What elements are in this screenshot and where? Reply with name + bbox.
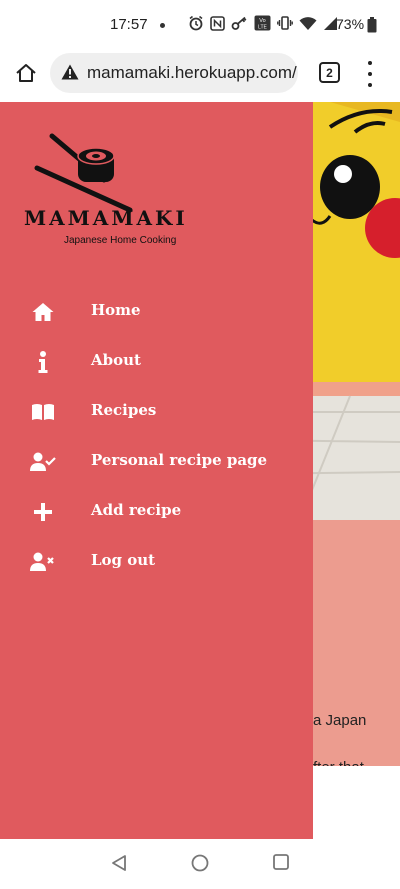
alarm-icon xyxy=(189,15,203,31)
home-circle-icon[interactable] xyxy=(191,854,209,872)
key-icon xyxy=(231,16,247,30)
battery-icon xyxy=(367,17,377,33)
logo-tagline: Japanese Home Cooking xyxy=(64,235,177,246)
menu-dot xyxy=(368,72,372,76)
browser-toolbar: mamamaki.herokuapp.com/ 2 xyxy=(0,50,400,102)
menu-dot xyxy=(368,83,372,87)
notification-dot xyxy=(160,23,165,28)
back-icon[interactable] xyxy=(111,854,127,872)
status-time: 17:57 xyxy=(110,16,148,33)
user-times-icon xyxy=(30,550,56,574)
warning-icon xyxy=(61,64,79,80)
side-drawer: MAMAMAKI Japanese Home Cooking Home Abou… xyxy=(0,102,313,839)
overflow-menu-button[interactable] xyxy=(364,61,376,87)
plus-icon xyxy=(30,500,56,524)
nav-item-home[interactable]: Home xyxy=(0,292,313,332)
nav-item-about[interactable]: About xyxy=(0,342,313,382)
wifi-icon xyxy=(299,16,317,30)
nav-item-log-out[interactable]: Log out xyxy=(0,542,313,582)
status-bar: 17:57 Vo LTE 73% xyxy=(0,0,400,50)
system-nav-bar xyxy=(0,839,400,889)
address-bar[interactable]: mamamaki.herokuapp.com/ xyxy=(50,53,298,93)
svg-text:LTE: LTE xyxy=(258,25,267,31)
sushi-logo-icon xyxy=(34,133,133,213)
battery-percent: 73% xyxy=(336,16,365,32)
nav-item-label: Log out xyxy=(91,551,156,569)
home-icon xyxy=(30,300,56,324)
nfc-icon xyxy=(210,15,225,31)
volte-icon: VoLTE xyxy=(254,15,271,31)
nav-item-personal-recipe-page[interactable]: Personal recipe page xyxy=(0,442,313,482)
nav-item-add-recipe[interactable]: Add recipe xyxy=(0,492,313,532)
status-icons: Vo LTE xyxy=(188,15,338,31)
vibrate-icon xyxy=(277,16,293,30)
nav-item-label: Personal recipe page xyxy=(91,451,268,469)
recents-icon[interactable] xyxy=(273,854,289,870)
browser-home-button[interactable] xyxy=(12,59,40,87)
nav-item-label: About xyxy=(91,351,141,369)
menu-dot xyxy=(368,61,372,65)
info-icon xyxy=(30,350,56,374)
nav-item-label: Recipes xyxy=(91,401,157,419)
nav-item-label: Home xyxy=(91,301,141,319)
book-icon xyxy=(30,400,56,424)
tab-switcher-button[interactable]: 2 xyxy=(319,62,340,83)
logo-title: MAMAMAKI xyxy=(24,206,188,230)
svg-text:Vo: Vo xyxy=(259,18,265,24)
intro-text-line: a Japan xyxy=(313,712,367,729)
home-outline-icon xyxy=(16,64,36,82)
nav-item-recipes[interactable]: Recipes xyxy=(0,392,313,432)
url-text: mamamaki.herokuapp.com/ xyxy=(87,63,297,82)
user-check-icon xyxy=(30,450,56,474)
nav-item-label: Add recipe xyxy=(91,501,182,519)
